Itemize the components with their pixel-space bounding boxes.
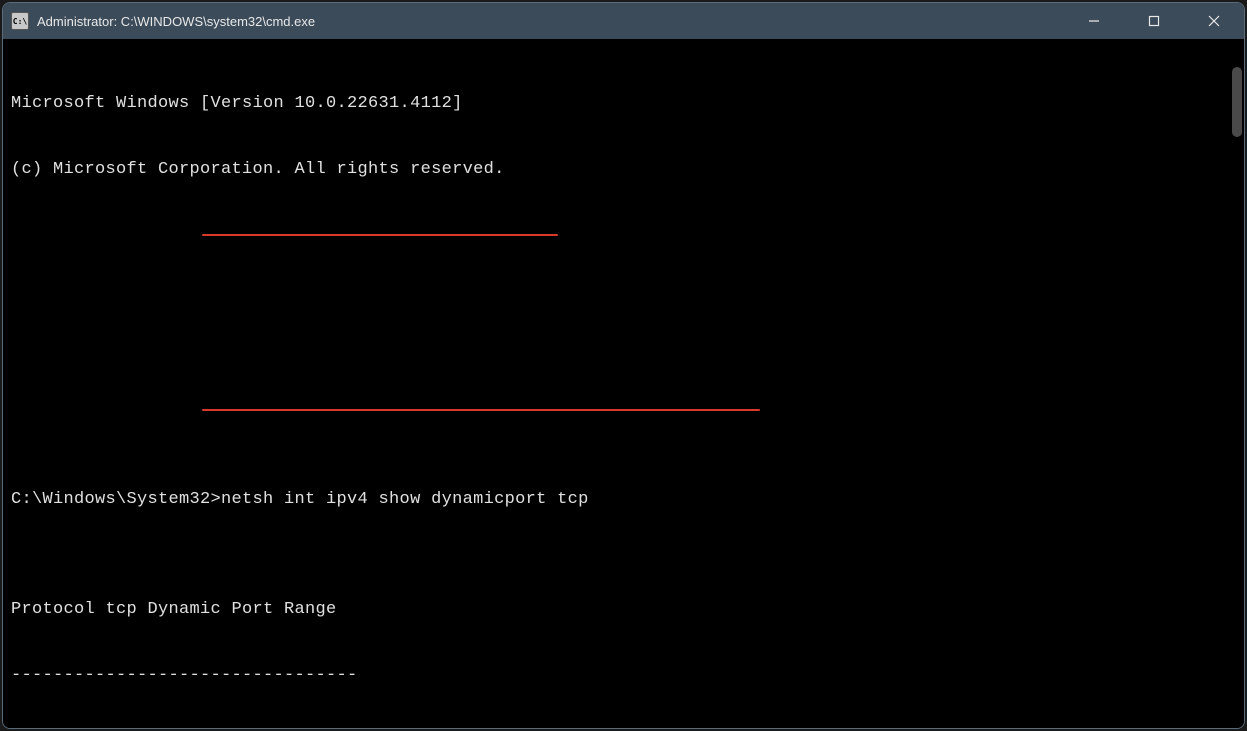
scrollbar-thumb[interactable] — [1232, 67, 1242, 137]
terminal-line: Protocol tcp Dynamic Port Range — [11, 599, 1236, 621]
terminal-line: C:\Windows\System32>netsh int ipv4 show … — [11, 489, 1236, 511]
cmd-icon: C:\ — [11, 12, 29, 30]
close-icon — [1208, 15, 1220, 27]
annotation-underline — [202, 409, 760, 411]
annotation-underline — [202, 234, 558, 236]
close-button[interactable] — [1184, 3, 1244, 39]
scrollbar-track[interactable] — [1228, 39, 1242, 726]
maximize-button[interactable] — [1124, 3, 1184, 39]
terminal-line: (c) Microsoft Corporation. All rights re… — [11, 159, 1236, 181]
window-title: Administrator: C:\WINDOWS\system32\cmd.e… — [37, 14, 1064, 29]
cmd-window: C:\ Administrator: C:\WINDOWS\system32\c… — [2, 2, 1245, 729]
minimize-icon — [1088, 15, 1100, 27]
maximize-icon — [1148, 15, 1160, 27]
titlebar[interactable]: C:\ Administrator: C:\WINDOWS\system32\c… — [3, 3, 1244, 39]
terminal-output[interactable]: Microsoft Windows [Version 10.0.22631.41… — [3, 39, 1244, 729]
terminal-line: Microsoft Windows [Version 10.0.22631.41… — [11, 93, 1236, 115]
minimize-button[interactable] — [1064, 3, 1124, 39]
terminal-line: --------------------------------- — [11, 665, 1236, 687]
window-controls — [1064, 3, 1244, 39]
